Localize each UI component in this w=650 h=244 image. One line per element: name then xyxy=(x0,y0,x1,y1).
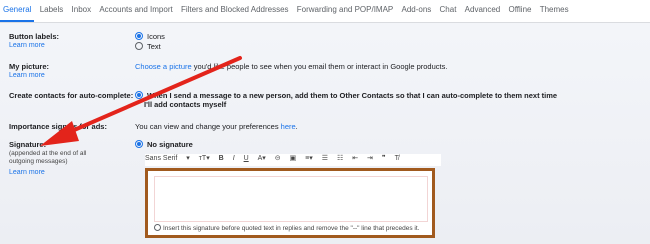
annotation-arrow-icon xyxy=(40,56,242,146)
